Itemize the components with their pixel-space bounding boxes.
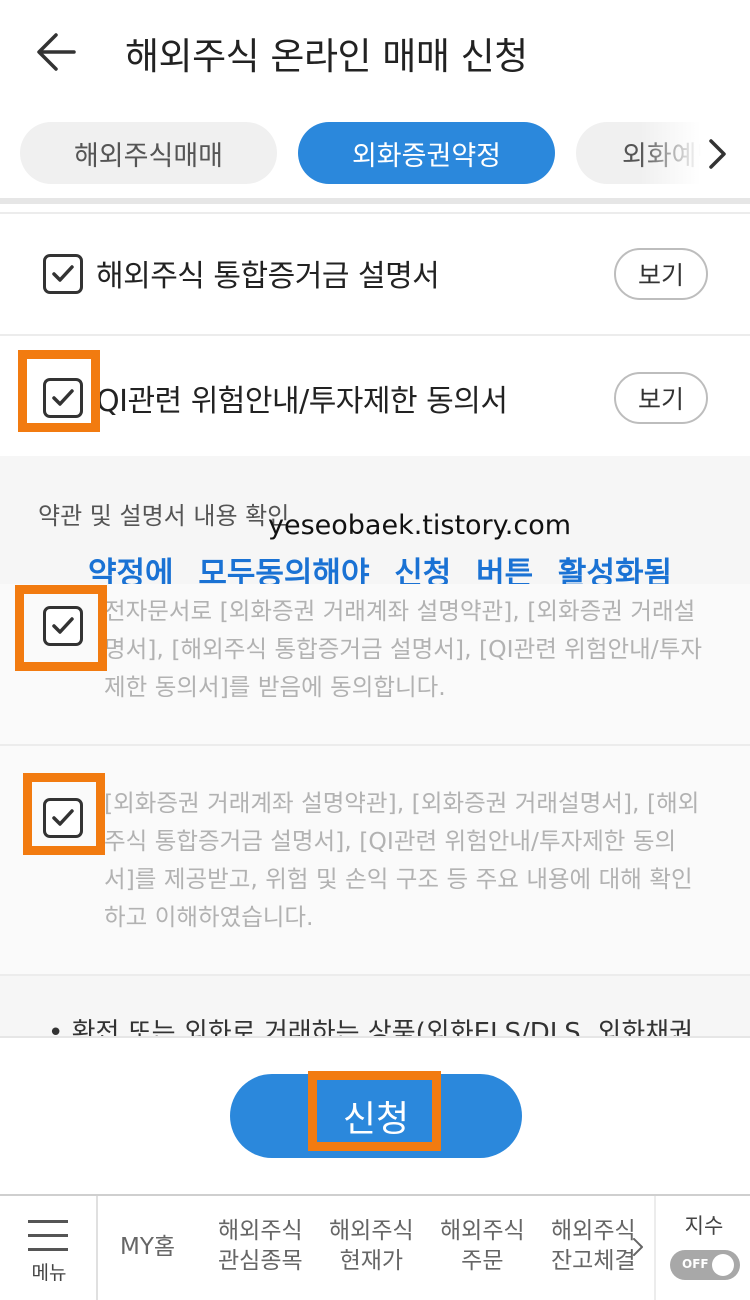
header: 해외주식 온라인 매매 신청 (0, 0, 750, 108)
chevron-right-icon[interactable] (630, 1236, 646, 1258)
agreement-item: [외화증권 거래계좌 설명약관], [외화증권 거래설명서], [해외주식 통합… (0, 746, 750, 974)
index-toggle[interactable]: OFF (670, 1250, 740, 1280)
tab-bar: 해외주식매매 외화증권약정 외화예탁 (0, 108, 750, 200)
menu-label: 메뉴 (31, 1262, 67, 1284)
view-button[interactable]: 보기 (614, 248, 708, 300)
index-toggle-area: 지수 OFF (654, 1196, 750, 1300)
divider (0, 974, 750, 976)
back-arrow-icon[interactable] (30, 24, 86, 80)
highlight-box (23, 773, 105, 855)
nav-item-balance[interactable]: 해외주식 잔고체결 (551, 1216, 636, 1276)
nav-item-order[interactable]: 해외주식 주문 (440, 1216, 525, 1276)
nav-item-current-price[interactable]: 해외주식 현재가 (329, 1216, 414, 1276)
watermark: yeseobaek.tistory.com (268, 510, 572, 541)
tab-divider (0, 198, 750, 204)
index-label: 지수 (684, 1214, 724, 1238)
agreement-item: 전자문서로 [외화증권 거래계좌 설명약관], [외화증권 거래설명서], [해… (0, 584, 750, 744)
page-title: 해외주식 온라인 매매 신청 (125, 35, 528, 78)
document-checkbox[interactable] (43, 254, 83, 294)
view-button[interactable]: 보기 (614, 372, 708, 424)
nav-item-watchlist[interactable]: 해외주식 관심종목 (218, 1216, 303, 1276)
toggle-knob (712, 1254, 734, 1276)
tab-overseas-stock-trading[interactable]: 해외주식매매 (20, 122, 277, 184)
highlight-box (15, 585, 107, 671)
hamburger-icon (28, 1220, 68, 1252)
highlight-box (18, 350, 100, 432)
highlight-box (308, 1071, 441, 1151)
menu-button[interactable]: 메뉴 (0, 1196, 98, 1300)
chevron-right-icon[interactable] (702, 136, 732, 172)
document-label: 해외주식 통합증거금 설명서 (96, 259, 440, 294)
document-row: QI관련 위험안내/투자제한 동의서 보기 (0, 336, 750, 456)
tab-fade (640, 108, 750, 200)
agreement-text: 전자문서로 [외화증권 거래계좌 설명약관], [외화증권 거래설명서], [해… (104, 597, 702, 701)
toggle-label: OFF (682, 1257, 709, 1271)
bottom-nav: 메뉴 MY홈 해외주식 관심종목 해외주식 현재가 해외주식 주문 해외주식 잔… (0, 1194, 750, 1300)
agreement-text: [외화증권 거래계좌 설명약관], [외화증권 거래설명서], [해외주식 통합… (104, 789, 700, 931)
document-row: 해외주식 통합증거금 설명서 보기 (0, 214, 750, 334)
tab-foreign-securities-agreement[interactable]: 외화증권약정 (298, 122, 555, 184)
section-title: 약관 및 설명서 내용 확인 (38, 502, 290, 530)
nav-item-my-home[interactable]: MY홈 (120, 1232, 175, 1262)
document-label: QI관련 위험안내/투자제한 동의서 (96, 384, 508, 419)
